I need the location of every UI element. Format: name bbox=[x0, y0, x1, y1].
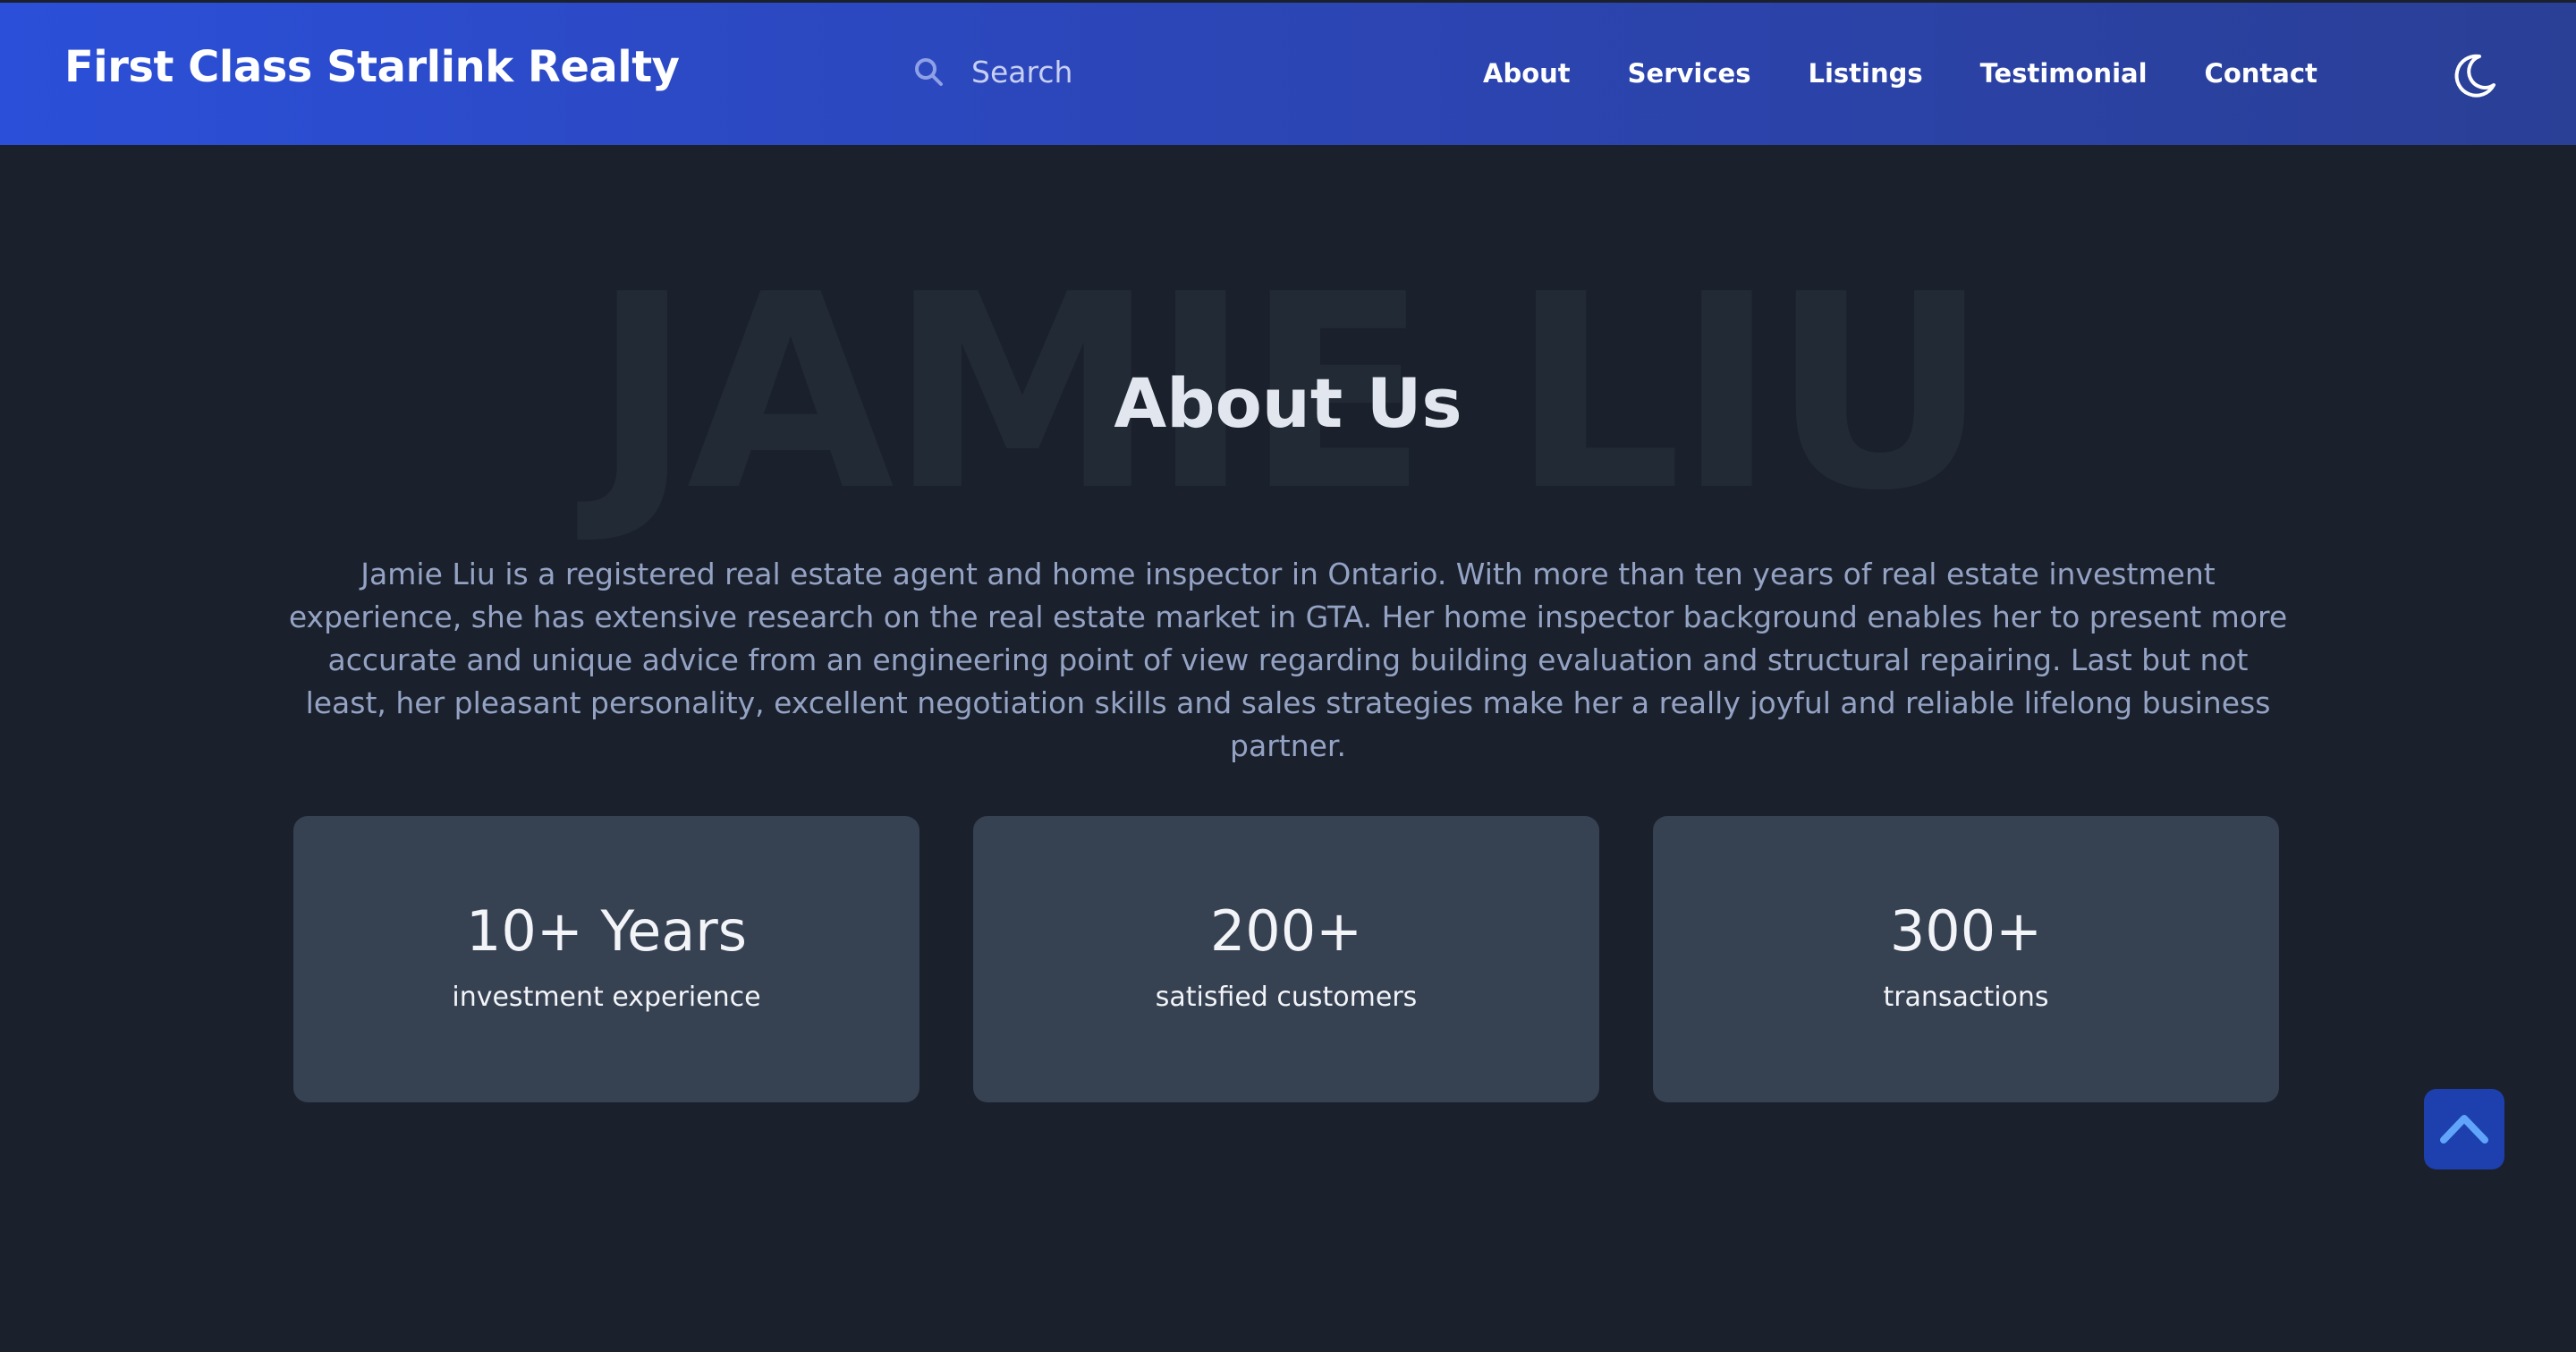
main-nav: About Services Listings Testimonial Cont… bbox=[1483, 58, 2318, 89]
stat-value: 10+ Years bbox=[465, 898, 748, 964]
stat-card: 200+ satisfied customers bbox=[973, 816, 1599, 1102]
page: First Class Starlink Realty About Servic… bbox=[0, 0, 2576, 1352]
stat-label: satisfied customers bbox=[1155, 982, 1418, 1013]
chevron-up-icon bbox=[2438, 1110, 2490, 1149]
stat-value: 300+ bbox=[1889, 898, 2043, 964]
nav-link-listings[interactable]: Listings bbox=[1808, 58, 1922, 89]
stat-label: transactions bbox=[1883, 982, 2049, 1013]
about-section: JAMIE LIU About Us Jamie Liu is a regist… bbox=[0, 145, 2576, 1352]
stat-card: 300+ transactions bbox=[1653, 816, 2279, 1102]
stat-label: investment experience bbox=[452, 982, 761, 1013]
navbar: First Class Starlink Realty About Servic… bbox=[0, 0, 2576, 145]
nav-link-about[interactable]: About bbox=[1483, 58, 1571, 89]
stat-card: 10+ Years investment experience bbox=[293, 816, 919, 1102]
nav-link-testimonial[interactable]: Testimonial bbox=[1980, 58, 2148, 89]
stat-value: 200+ bbox=[1209, 898, 1363, 964]
back-to-top-button[interactable] bbox=[2424, 1089, 2504, 1169]
bio-paragraph: Jamie Liu is a registered real estate ag… bbox=[288, 557, 2288, 763]
stats-row: 10+ Years investment experience 200+ sat… bbox=[293, 816, 2279, 1102]
moon-icon bbox=[2449, 54, 2499, 105]
nav-link-contact[interactable]: Contact bbox=[2205, 58, 2318, 89]
search-input[interactable] bbox=[971, 55, 1258, 89]
section-title: About Us bbox=[1114, 363, 1462, 443]
search-bar bbox=[912, 55, 1258, 89]
theme-toggle-button[interactable] bbox=[2449, 51, 2499, 101]
nav-link-services[interactable]: Services bbox=[1628, 58, 1751, 89]
brand-logo-text[interactable]: First Class Starlink Realty bbox=[64, 42, 680, 92]
search-icon[interactable] bbox=[912, 55, 946, 89]
